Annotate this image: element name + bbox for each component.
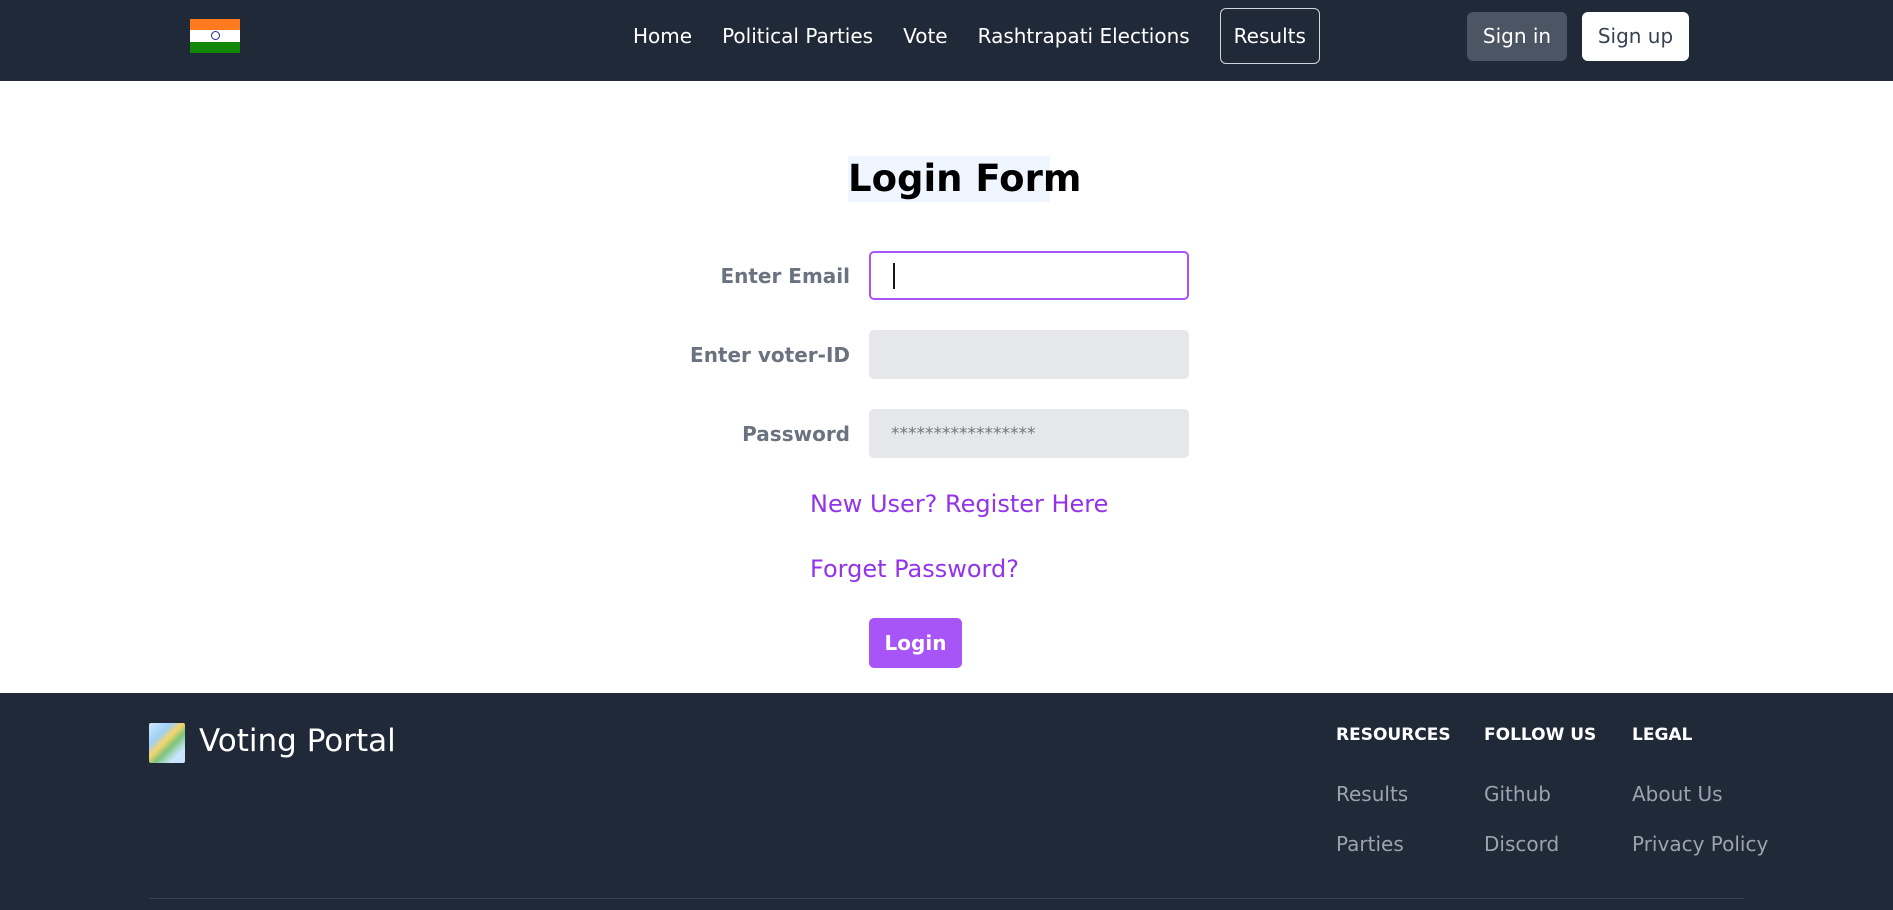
email-label: Enter Email (720, 264, 850, 288)
email-field[interactable] (869, 251, 1189, 300)
india-flag-logo[interactable] (190, 19, 240, 53)
footer-heading-legal: LEGAL (1632, 725, 1693, 745)
footer-divider (149, 898, 1744, 899)
sign-in-button[interactable]: Sign in (1467, 12, 1567, 61)
form-title: Login Form (848, 156, 1082, 202)
site-footer: Voting Portal RESOURCES Results Parties … (0, 693, 1893, 910)
nav-results[interactable]: Results (1219, 8, 1320, 64)
footer-link-about-us[interactable]: About Us (1632, 782, 1723, 806)
footer-link-github[interactable]: Github (1484, 782, 1551, 806)
footer-link-results[interactable]: Results (1336, 782, 1408, 806)
ashoka-chakra-icon (210, 31, 220, 41)
footer-heading-follow-us: FOLLOW US (1484, 725, 1597, 745)
nav-vote[interactable]: Vote (888, 8, 963, 64)
nav-rashtrapati-elections[interactable]: Rashtrapati Elections (963, 8, 1205, 64)
india-map-icon (149, 723, 185, 763)
main-nav: Home Political Parties Vote Rashtrapati … (618, 8, 1320, 64)
sign-up-button[interactable]: Sign up (1582, 12, 1689, 61)
password-field[interactable] (869, 409, 1189, 458)
text-caret (893, 263, 895, 289)
top-navbar: Home Political Parties Vote Rashtrapati … (0, 0, 1893, 81)
footer-brand[interactable]: Voting Portal (199, 723, 396, 759)
footer-link-privacy-policy[interactable]: Privacy Policy (1632, 832, 1768, 856)
forget-password-link[interactable]: Forget Password? (810, 555, 1019, 583)
voter-id-field[interactable] (869, 330, 1189, 379)
footer-link-parties[interactable]: Parties (1336, 832, 1404, 856)
login-button[interactable]: Login (869, 618, 962, 668)
nav-political-parties[interactable]: Political Parties (707, 8, 888, 64)
voter-id-label: Enter voter-ID (690, 343, 850, 367)
footer-link-discord[interactable]: Discord (1484, 832, 1559, 856)
register-link[interactable]: New User? Register Here (810, 490, 1108, 518)
nav-home[interactable]: Home (618, 8, 707, 64)
password-label: Password (742, 422, 850, 446)
footer-heading-resources: RESOURCES (1336, 725, 1451, 745)
